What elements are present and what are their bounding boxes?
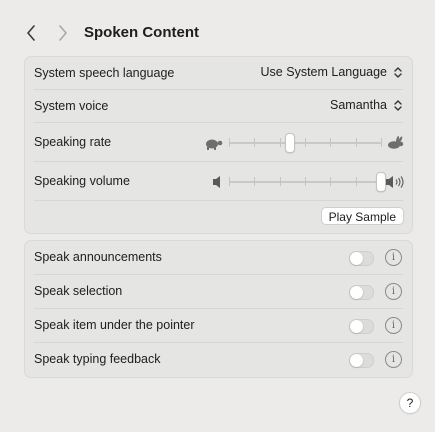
slider-tick [330,177,332,186]
info-icon[interactable]: i [385,249,402,266]
option-row: Speak item under the pointer i [25,309,412,341]
speak-item-under-pointer-toggle[interactable] [349,319,374,334]
speech-language-popup[interactable]: Use System Language [261,65,404,79]
slider-tick [254,177,256,186]
speech-settings-panel: System speech language Use System Langua… [24,56,413,234]
slider-thumb[interactable] [284,133,295,153]
speaker-high-icon [386,176,404,188]
toggle-knob [350,354,363,367]
page-title: Spoken Content [84,24,199,41]
speak-selection-toggle[interactable] [349,285,374,300]
chevron-left-icon [27,25,35,41]
slider-tick [229,138,230,147]
header: Spoken Content [0,18,435,48]
slider-tick [355,138,357,147]
up-down-chevron-icon [392,65,404,79]
up-down-chevron-icon [392,98,404,112]
option-row: Speak announcements i [25,241,412,273]
speech-language-row: System speech language Use System Langua… [25,57,412,89]
toggle-knob [350,286,363,299]
option-row: Speak selection i [25,275,412,307]
slider-tick [305,177,306,186]
hare-icon [388,136,404,149]
option-label: Speak selection [34,284,123,298]
forward-button[interactable] [52,20,74,46]
system-voice-label: System voice [34,99,109,113]
info-icon[interactable]: i [385,283,402,300]
option-row: Speak typing feedback i [25,343,412,375]
speak-announcements-toggle[interactable] [349,251,374,266]
speak-typing-feedback-toggle[interactable] [349,353,374,368]
toggle-knob [350,320,363,333]
speaking-rate-label: Speaking rate [34,135,112,149]
option-label: Speak item under the pointer [34,318,195,332]
slider-tick [279,177,281,186]
speaking-volume-label: Speaking volume [34,174,130,188]
slider-tick [330,138,332,147]
slider-tick [381,138,382,147]
speaking-rate-row: Speaking rate [25,123,412,161]
back-button[interactable] [20,20,42,46]
system-voice-popup[interactable]: Samantha [330,98,404,112]
speaking-rate-slider[interactable] [203,132,405,154]
speech-language-value: Use System Language [260,65,387,79]
speaker-low-icon [213,176,220,188]
speaking-volume-slider[interactable] [203,171,405,193]
system-voice-row: System voice Samantha [25,90,412,122]
help-button[interactable]: ? [399,392,421,414]
speak-options-panel: Speak announcements i Speak selection i … [24,240,413,378]
slider-tick [254,138,256,147]
system-voice-value: Samantha [330,98,387,112]
speaking-volume-row: Speaking volume [25,162,412,200]
turtle-icon [206,139,223,150]
play-sample-button[interactable]: Play Sample [320,207,404,225]
option-label: Speak typing feedback [34,352,161,366]
slider-tick [229,177,230,186]
play-sample-row: Play Sample [25,201,412,233]
option-label: Speak announcements [34,250,162,264]
speech-language-label: System speech language [34,66,175,80]
info-icon[interactable]: i [385,351,402,368]
info-icon[interactable]: i [385,317,402,334]
slider-tick [305,138,306,147]
chevron-right-icon [59,25,67,41]
slider-tick [279,138,281,147]
slider-tick [355,177,357,186]
toggle-knob [350,252,363,265]
